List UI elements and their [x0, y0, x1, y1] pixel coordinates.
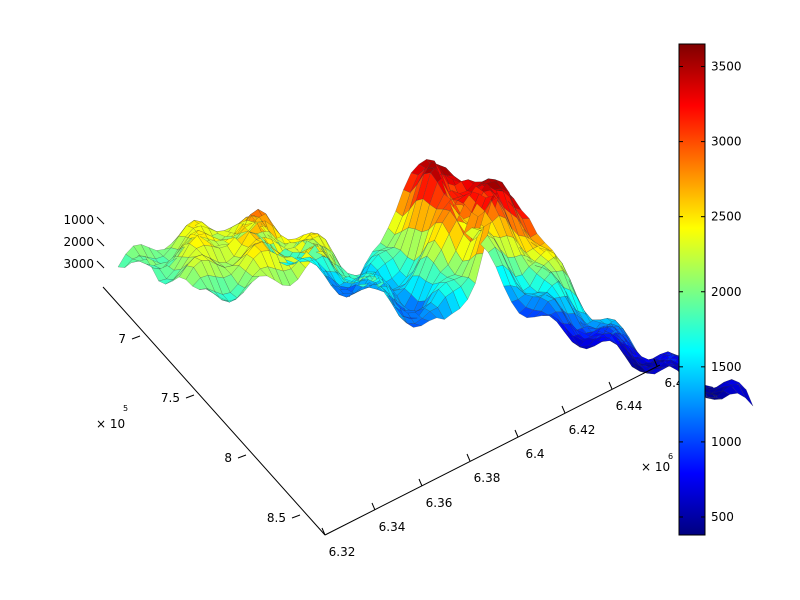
x-tick-label: 6.36 — [426, 496, 453, 510]
y-axis-line — [102, 286, 326, 536]
x-multiplier: × 10 — [641, 460, 670, 474]
y-tick-mark — [131, 335, 141, 340]
colorbar-tick-label: 2000 — [711, 285, 742, 299]
colorbar-tick-label: 3000 — [711, 135, 742, 149]
x-tick-label: 6.32 — [329, 545, 356, 559]
z-tick-label: 3000 — [63, 257, 94, 271]
y-tick-label: 8 — [224, 451, 232, 465]
colorbar: 500 1000 1500 2000 2500 3000 3500 — [678, 43, 742, 536]
colorbar-tick-label: 2500 — [711, 210, 742, 224]
x-tick-label: 6.34 — [379, 520, 406, 534]
z-tick-mark — [96, 216, 105, 225]
x-tick-label: 6.38 — [474, 471, 501, 485]
colorbar-gradient — [678, 43, 706, 536]
x-tick-mark — [608, 381, 613, 390]
z-tick-mark — [96, 238, 105, 247]
y-tick-mark — [185, 394, 195, 399]
surface-plot-figure: 6.326.346.366.386.46.426.446.4 77.588.5 … — [63, 43, 754, 559]
z-tick-label: 1000 — [63, 213, 94, 227]
colorbar-tick-label: 3500 — [711, 60, 742, 74]
x-tick-label: 6.44 — [616, 399, 643, 413]
z-tick-label: 2000 — [63, 235, 94, 249]
y-tick-mark — [237, 454, 247, 459]
z-tick-mark — [96, 260, 105, 269]
x-tick-label: 6.4 — [525, 447, 544, 461]
x-tick-label: 6.42 — [569, 423, 596, 437]
x-tick-mark — [418, 478, 423, 487]
surface-mesh — [117, 159, 754, 407]
colorbar-tick-label: 1500 — [711, 360, 742, 374]
colorbar-tick-label: 1000 — [711, 435, 742, 449]
x-tick-mark — [514, 429, 519, 438]
y-multiplier: × 10 — [96, 417, 125, 431]
x-tick-mark — [561, 405, 566, 414]
y-tick-label: 7 — [118, 332, 126, 346]
y-tick-mark — [291, 514, 301, 519]
y-tick-label: 7.5 — [161, 391, 180, 405]
x-exponent: 6 — [668, 452, 673, 461]
x-tick-mark — [466, 453, 471, 462]
y-tick-label: 8.5 — [267, 511, 286, 525]
colorbar-tick-label: 500 — [711, 510, 734, 524]
y-exponent: 5 — [123, 404, 128, 413]
x-tick-mark — [371, 502, 376, 511]
